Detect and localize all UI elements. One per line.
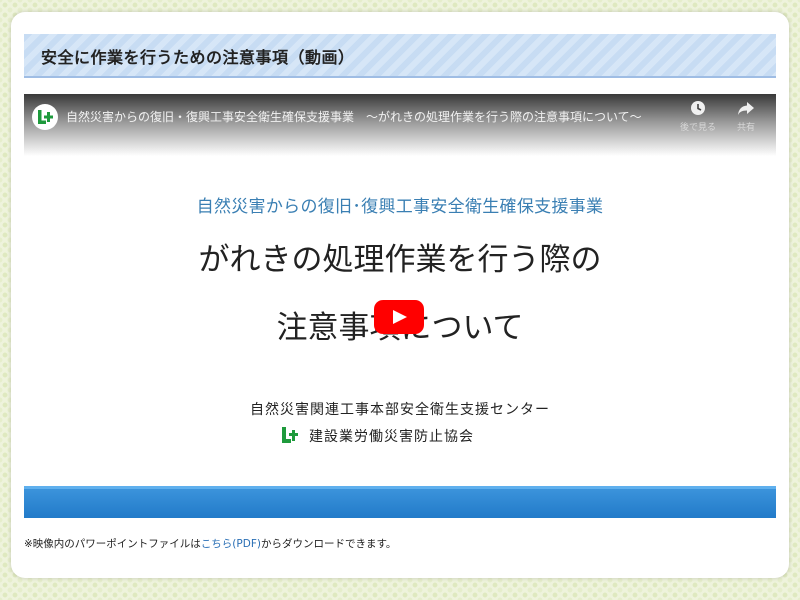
watch-later-button[interactable]: 後で見る bbox=[680, 100, 716, 136]
video-player[interactable]: 自然災害からの復旧･復興工事安全衛生確保支援事業 がれきの処理作業を行う際の 注… bbox=[24, 94, 776, 518]
download-note: ※映像内のパワーポイントファイルはこちら(PDF)からダウンロードできます。 bbox=[24, 536, 396, 551]
content-card: 安全に作業を行うための注意事項（動画） 自然災害からの復旧･復興工事安全衛生確保… bbox=[11, 12, 789, 578]
pdf-download-link[interactable]: こちら(PDF) bbox=[201, 538, 261, 550]
note-prefix: ※映像内のパワーポイントファイルは bbox=[24, 538, 201, 550]
section-title: 安全に作業を行うための注意事項（動画） bbox=[41, 48, 355, 67]
share-arrow-icon bbox=[738, 102, 754, 115]
youtube-play-icon[interactable] bbox=[374, 300, 424, 334]
organization-logo-icon bbox=[38, 110, 53, 124]
note-suffix: からダウンロードできます。 bbox=[260, 538, 397, 550]
watch-later-label: 後で見る bbox=[680, 123, 717, 133]
section-header: 安全に作業を行うための注意事項（動画） bbox=[24, 34, 776, 78]
clock-icon bbox=[691, 101, 705, 115]
organization-name: 建設業労働災害防止協会 bbox=[309, 429, 474, 445]
slide-department: 自然災害関連工事本部安全衛生支援センター bbox=[250, 402, 550, 418]
video-title[interactable]: 自然災害からの復旧・復興工事安全衛生確保支援事業 ～がれきの処理作業を行う際の注… bbox=[66, 108, 656, 125]
slide-heading-line1: がれきの処理作業を行う際の bbox=[198, 242, 602, 278]
channel-avatar[interactable] bbox=[32, 104, 58, 130]
video-bottom-bar bbox=[24, 486, 776, 518]
share-label: 共有 bbox=[736, 123, 755, 133]
organization-logo-icon bbox=[279, 424, 301, 446]
slide-subtitle: 自然災害からの復旧･復興工事安全衛生確保支援事業 bbox=[196, 197, 604, 217]
share-button[interactable]: 共有 bbox=[728, 100, 764, 136]
video-top-bar: 自然災害からの復旧・復興工事安全衛生確保支援事業 ～がれきの処理作業を行う際の注… bbox=[24, 94, 776, 156]
